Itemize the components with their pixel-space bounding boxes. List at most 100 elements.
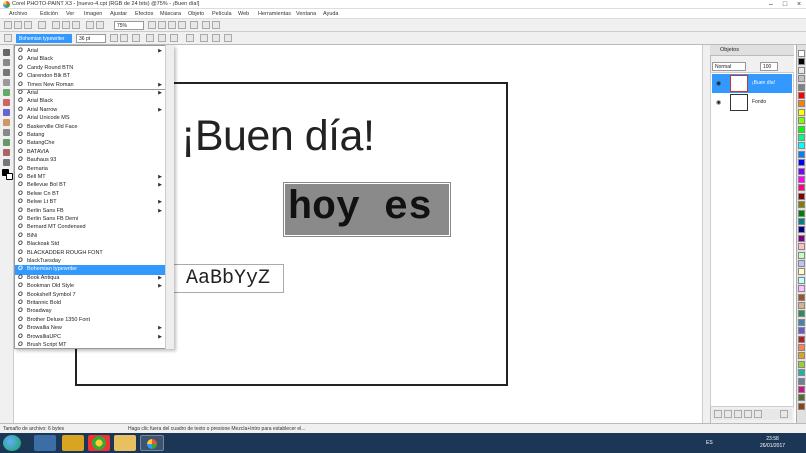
eraser-tool-icon[interactable] — [3, 99, 10, 106]
menu-archivo[interactable]: Archivo — [9, 11, 27, 17]
color-swatch[interactable] — [798, 66, 805, 74]
antialias-icon[interactable] — [146, 34, 154, 42]
color-swatch[interactable] — [798, 150, 805, 158]
color-swatch[interactable] — [798, 377, 805, 385]
shape-tool-icon[interactable] — [3, 159, 10, 166]
color-swatch[interactable] — [798, 134, 805, 141]
color-swatch[interactable] — [798, 260, 805, 267]
zoom-tool-icon[interactable] — [3, 79, 10, 86]
text-color-icon[interactable] — [200, 34, 208, 42]
opacity-field[interactable]: 100 — [760, 62, 778, 71]
font-select[interactable]: Bohemian typewriter — [16, 34, 72, 43]
color-swatch[interactable] — [798, 318, 805, 326]
align-icon[interactable] — [132, 34, 140, 42]
color-swatch[interactable] — [798, 100, 805, 108]
text-object-buen-dia[interactable]: ¡Buen día! — [181, 112, 375, 161]
ie-icon[interactable] — [34, 435, 56, 451]
file-explorer-icon[interactable] — [62, 435, 84, 451]
kerning-icon[interactable] — [158, 34, 166, 42]
color-swatch[interactable] — [798, 302, 805, 309]
pick-tool-icon[interactable] — [3, 49, 10, 56]
text-edit-box[interactable]: hoy es — [283, 182, 451, 237]
clone-tool-icon[interactable] — [3, 139, 10, 146]
menu-ajustar[interactable]: Ajustar — [110, 11, 127, 17]
menu-ventana[interactable]: Ventana — [296, 11, 316, 17]
color-swatch[interactable] — [798, 201, 805, 209]
bold-icon[interactable] — [110, 34, 118, 42]
color-swatch[interactable] — [798, 92, 805, 99]
zoom-select[interactable]: 75% — [114, 21, 144, 30]
color-swatch[interactable] — [798, 310, 805, 318]
effect-tool-icon[interactable] — [3, 129, 10, 136]
menu-ayuda[interactable]: Ayuda — [323, 11, 339, 17]
layer-row-fondo[interactable]: ◉ Fondo — [712, 93, 792, 112]
paint-tool-icon[interactable] — [3, 119, 10, 126]
color-swatch[interactable] — [798, 327, 805, 335]
maximize-icon[interactable]: □ — [778, 0, 792, 9]
color-swatch[interactable] — [798, 117, 805, 125]
char-spacing-icon[interactable] — [186, 34, 194, 42]
layer-row-buen-dia[interactable]: ◉ ¡Buen día! — [712, 74, 792, 93]
color-swatch[interactable] — [798, 226, 805, 234]
options-icon[interactable] — [212, 21, 220, 29]
language-indicator[interactable]: ES — [706, 440, 713, 446]
color-swatch[interactable] — [798, 218, 805, 225]
menu-objeto[interactable]: Objeto — [188, 11, 204, 17]
font-list-scrollbar[interactable] — [165, 45, 174, 349]
text-tool-active-icon[interactable] — [3, 109, 10, 116]
font-size-select[interactable]: 36 pt — [76, 34, 106, 43]
menu-edicion[interactable]: Edición — [40, 11, 58, 17]
text-object-hoy-es[interactable]: hoy es — [285, 184, 449, 235]
view-mode-3-icon[interactable] — [190, 21, 198, 29]
print-icon[interactable] — [38, 21, 46, 29]
start-button-icon[interactable] — [3, 435, 21, 451]
undo-icon[interactable] — [86, 21, 94, 29]
menu-web[interactable]: Web — [238, 11, 249, 17]
lock-icon[interactable] — [744, 410, 752, 418]
color-swatch[interactable] — [798, 402, 805, 410]
menu-ver[interactable]: Ver — [66, 11, 74, 17]
taskbar-clock[interactable]: 23:58 26/01/2017 — [760, 436, 785, 450]
color-swatch[interactable] — [798, 58, 805, 66]
new-icon[interactable] — [4, 21, 12, 29]
color-swatch[interactable] — [798, 108, 805, 116]
color-swatch[interactable] — [798, 75, 805, 83]
background-color-swatch[interactable] — [6, 173, 13, 180]
delete-icon[interactable] — [780, 410, 788, 418]
cut-icon[interactable] — [52, 21, 60, 29]
blend-mode-select[interactable]: Normal — [712, 62, 746, 71]
fill-tool-icon[interactable] — [3, 149, 10, 156]
color-swatch[interactable] — [798, 335, 805, 343]
color-swatch[interactable] — [798, 268, 805, 276]
color-swatch[interactable] — [798, 344, 805, 351]
text-options-icon[interactable] — [224, 34, 232, 42]
color-swatch[interactable] — [798, 293, 805, 301]
paste-icon[interactable] — [72, 21, 80, 29]
copy-icon[interactable] — [62, 21, 70, 29]
corel-taskbar-button[interactable] — [140, 435, 164, 451]
mask-tool-icon[interactable] — [3, 59, 10, 66]
menu-herramientas[interactable]: Herramientas — [258, 11, 291, 17]
color-swatch[interactable] — [798, 352, 805, 360]
folder-icon[interactable] — [114, 435, 136, 451]
italic-icon[interactable] — [120, 34, 128, 42]
color-swatch[interactable] — [798, 209, 805, 217]
color-swatch[interactable] — [798, 83, 805, 91]
color-swatch[interactable] — [798, 192, 805, 200]
color-swatch[interactable] — [798, 386, 805, 393]
color-swatch[interactable] — [798, 243, 805, 251]
menu-pelicula[interactable]: Película — [212, 11, 232, 17]
color-swatch[interactable] — [798, 184, 805, 192]
zoom-100-icon[interactable] — [158, 21, 166, 29]
color-swatch[interactable] — [798, 142, 805, 150]
save-icon[interactable] — [24, 21, 32, 29]
color-swatch[interactable] — [798, 276, 805, 284]
menu-efectos[interactable]: Efectos — [135, 11, 153, 17]
color-swatch[interactable] — [798, 176, 805, 183]
canvas-vertical-scrollbar[interactable] — [702, 45, 710, 423]
view-mode-icon[interactable] — [168, 21, 176, 29]
chrome-icon[interactable] — [88, 435, 110, 451]
color-swatch[interactable] — [798, 125, 805, 133]
font-dropdown-list[interactable]: O Arial ▶ O Arial Black O Candy Round BTN O Clar… — [14, 45, 174, 349]
grid-icon[interactable] — [202, 21, 210, 29]
